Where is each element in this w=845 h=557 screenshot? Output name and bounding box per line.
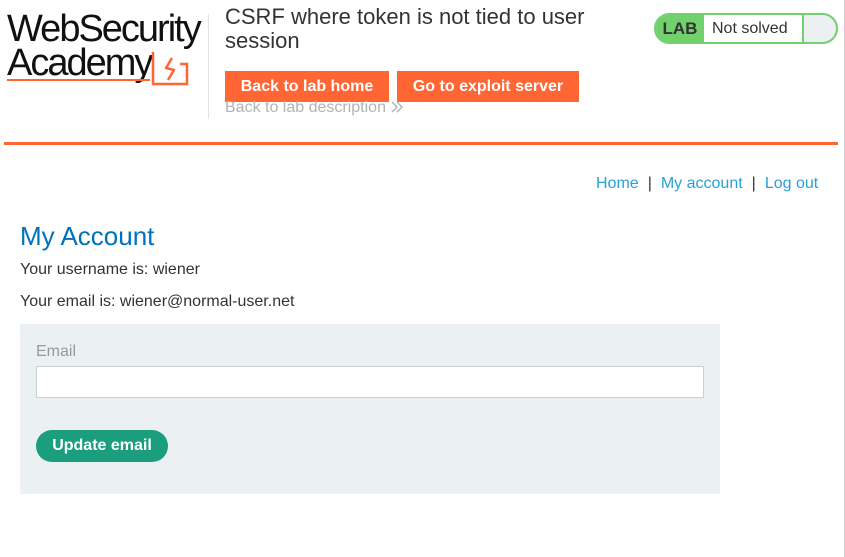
header-divider [208, 14, 209, 119]
username-info: Your username is: wiener [20, 261, 200, 278]
lab-status-widget: LAB Not solved [654, 13, 838, 44]
email-label: Email [36, 343, 77, 360]
logo-line-2: Academy [7, 42, 153, 84]
logo-underline [7, 79, 150, 81]
nav-separator: | [647, 175, 652, 192]
top-nav: Home | My account | Log out [596, 174, 818, 194]
change-email-form: Email Update email [20, 324, 720, 494]
nav-log-out-link[interactable]: Log out [765, 175, 818, 192]
nav-home-link[interactable]: Home [596, 175, 639, 192]
email-info: Your email is: wiener@normal-user.net [20, 293, 295, 310]
lab-badge: LAB [656, 15, 704, 42]
nav-my-account-link[interactable]: My account [661, 175, 743, 192]
academy-flash-icon [151, 52, 189, 86]
nav-separator: | [751, 175, 756, 192]
email-field[interactable] [36, 366, 704, 398]
page-title: My Account [20, 221, 155, 251]
page: WebSecurity Academy CSRF where token is … [0, 0, 845, 557]
back-to-lab-description-link[interactable]: Back to lab description [225, 98, 404, 118]
lab-status-separator [802, 15, 804, 42]
lab-header: WebSecurity Academy CSRF where token is … [0, 0, 838, 145]
header-rule [4, 142, 838, 145]
lab-title: CSRF where token is not tied to user ses… [225, 4, 585, 53]
back-to-lab-description-label: Back to lab description [225, 99, 386, 116]
double-chevron-right-icon [391, 101, 404, 113]
lab-status-text: Not solved [704, 15, 802, 42]
update-email-button[interactable]: Update email [36, 430, 168, 462]
web-security-academy-logo[interactable]: WebSecurity Academy [7, 10, 207, 86]
go-to-exploit-server-button[interactable]: Go to exploit server [397, 71, 579, 102]
